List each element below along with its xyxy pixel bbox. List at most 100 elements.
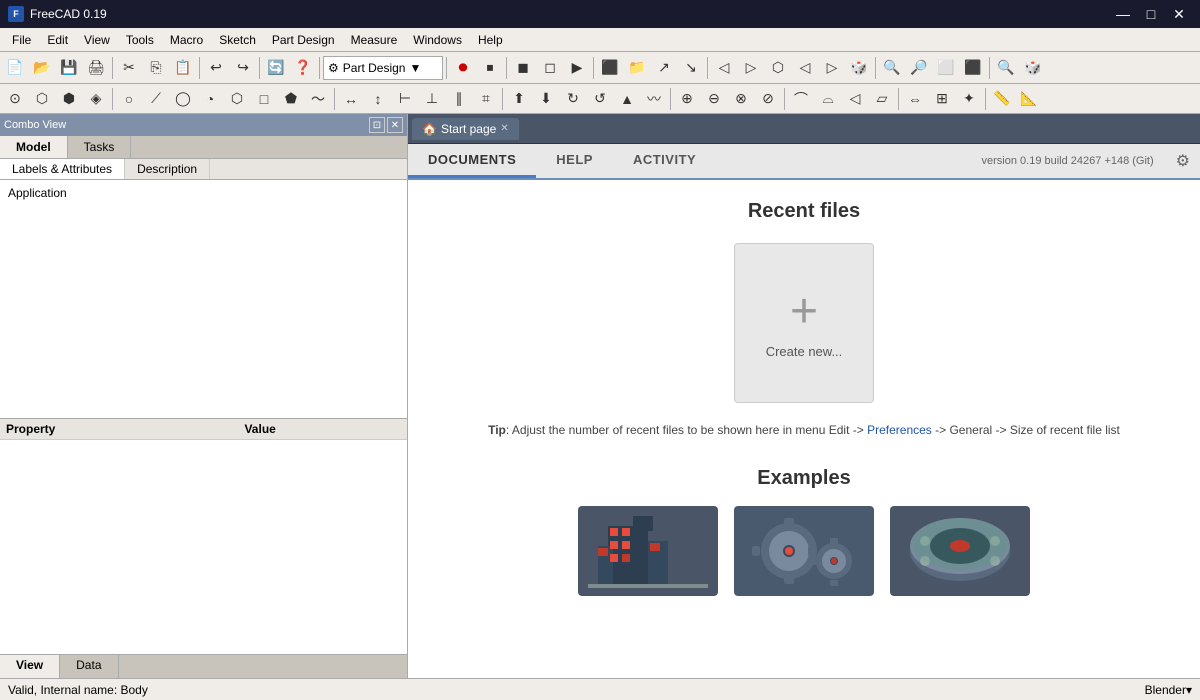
draft-btn[interactable]: ◁	[842, 86, 868, 112]
sketch-btn[interactable]: ○	[116, 86, 142, 112]
revolution-btn[interactable]: ↻	[560, 86, 586, 112]
example-card-2[interactable]	[734, 506, 874, 596]
zoom-in-button[interactable]: 🔍	[879, 55, 905, 81]
menu-measure[interactable]: Measure	[343, 31, 406, 49]
spline-btn[interactable]: 〜	[305, 86, 331, 112]
zoom-out-button[interactable]: 🔎	[906, 55, 932, 81]
rect-btn[interactable]: □	[251, 86, 277, 112]
redo-button[interactable]: ↪	[230, 55, 256, 81]
zoom-level-button[interactable]: 🔍	[993, 55, 1019, 81]
create-new-card[interactable]: + Create new...	[734, 243, 874, 403]
settings-icon[interactable]: ⚙	[1166, 151, 1200, 171]
poly-btn[interactable]: ⬡	[224, 86, 250, 112]
cut-button[interactable]: ✂	[116, 55, 142, 81]
measure2-btn[interactable]: 📐	[1016, 86, 1042, 112]
menu-partdesign[interactable]: Part Design	[264, 31, 343, 49]
combo-close-button[interactable]: ✕	[387, 117, 403, 133]
workbench-dropdown[interactable]: ⚙ Part Design ▼	[323, 56, 443, 80]
combo-tab-model[interactable]: Model	[0, 136, 68, 158]
circle-btn[interactable]: ◯	[170, 86, 196, 112]
example-card-1[interactable]	[578, 506, 718, 596]
subpart-button[interactable]: ◈	[83, 86, 109, 112]
measure1-btn[interactable]: 📏	[989, 86, 1015, 112]
view-back-button[interactable]: ◁	[792, 55, 818, 81]
bool4-btn[interactable]: ⊘	[755, 86, 781, 112]
loft-btn[interactable]: ▲	[614, 86, 640, 112]
constraint3-btn[interactable]: ⊢	[392, 86, 418, 112]
close-button[interactable]: ✕	[1166, 4, 1192, 24]
export-button[interactable]: ↗	[651, 55, 677, 81]
view3d-button[interactable]: ⬡	[765, 55, 791, 81]
folder-button[interactable]: 📁	[624, 55, 650, 81]
combo-tab-tasks[interactable]: Tasks	[68, 136, 132, 158]
groove-btn[interactable]: ↺	[587, 86, 613, 112]
tree-item-application[interactable]: Application	[4, 184, 403, 202]
menu-help[interactable]: Help	[470, 31, 511, 49]
doc-tab-help[interactable]: HELP	[536, 144, 613, 178]
preferences-link[interactable]: Preferences	[867, 423, 932, 437]
doc-tab-activity[interactable]: ACTIVITY	[613, 144, 716, 178]
constraint2-btn[interactable]: ↕	[365, 86, 391, 112]
thickness-btn[interactable]: ▱	[869, 86, 895, 112]
start-page-tab[interactable]: 🏠 Start page ✕	[412, 118, 519, 140]
view-fwd-button[interactable]: ▷	[819, 55, 845, 81]
open-file-button[interactable]: 📂	[29, 55, 55, 81]
doc-tab-documents[interactable]: DOCUMENTS	[408, 144, 536, 178]
import-button[interactable]: ↘	[678, 55, 704, 81]
statusbar-right[interactable]: Blender▾	[1145, 683, 1192, 697]
execute-button[interactable]: ▶	[564, 55, 590, 81]
view-cube-button[interactable]: 🎲	[846, 55, 872, 81]
view-left-button[interactable]: ◁	[711, 55, 737, 81]
menu-tools[interactable]: Tools	[118, 31, 162, 49]
copy-button[interactable]: ⎘	[143, 55, 169, 81]
menu-file[interactable]: File	[4, 31, 39, 49]
stop-button[interactable]: ⏹	[477, 55, 503, 81]
undo-button[interactable]: ↩	[203, 55, 229, 81]
constraint6-btn[interactable]: ⌗	[473, 86, 499, 112]
example-card-3[interactable]	[890, 506, 1030, 596]
help-button[interactable]: ❓	[290, 55, 316, 81]
pad-btn[interactable]: ⬆	[506, 86, 532, 112]
view-right-button[interactable]: ▷	[738, 55, 764, 81]
constraint5-btn[interactable]: ∥	[446, 86, 472, 112]
fillet-btn[interactable]: ⌒	[788, 86, 814, 112]
menu-sketch[interactable]: Sketch	[211, 31, 264, 49]
3d-button[interactable]: ⬛	[597, 55, 623, 81]
prop-tab-data[interactable]: Data	[60, 655, 118, 678]
part-button[interactable]: ⬢	[56, 86, 82, 112]
sweep-btn[interactable]: 〰	[641, 86, 667, 112]
prop-tab-view[interactable]: View	[0, 655, 60, 678]
line-btn[interactable]: ⟋	[143, 86, 169, 112]
fit-all-button[interactable]: ⬜	[933, 55, 959, 81]
bool3-btn[interactable]: ⊗	[728, 86, 754, 112]
new-file-button[interactable]: 📄	[2, 55, 28, 81]
mirror-btn[interactable]: ⇔	[902, 86, 928, 112]
body-button[interactable]: ⬡	[29, 86, 55, 112]
array-btn[interactable]: ⊞	[929, 86, 955, 112]
fit-select-button[interactable]: ⬛	[960, 55, 986, 81]
section-btn[interactable]: ✦	[956, 86, 982, 112]
pocket-btn[interactable]: ⬇	[533, 86, 559, 112]
misc-btn[interactable]: ⬟	[278, 86, 304, 112]
print-button[interactable]: 🖨	[83, 55, 109, 81]
menu-windows[interactable]: Windows	[405, 31, 470, 49]
combo-subtab-description[interactable]: Description	[125, 159, 210, 179]
nav2-button[interactable]: ◻	[537, 55, 563, 81]
nav-button[interactable]: ◼	[510, 55, 536, 81]
paste-button[interactable]: 📋	[170, 55, 196, 81]
record-button[interactable]: ⏺	[450, 55, 476, 81]
combo-subtab-labels[interactable]: Labels & Attributes	[0, 159, 125, 179]
maximize-button[interactable]: □	[1138, 4, 1164, 24]
menu-edit[interactable]: Edit	[39, 31, 76, 49]
save-file-button[interactable]: 💾	[56, 55, 82, 81]
combo-restore-button[interactable]: ⊡	[369, 117, 385, 133]
minimize-button[interactable]: —	[1110, 4, 1136, 24]
start-tab-close[interactable]: ✕	[500, 123, 508, 134]
point-button[interactable]: ⊙	[2, 86, 28, 112]
menu-view[interactable]: View	[76, 31, 118, 49]
refresh-button[interactable]: 🔄	[263, 55, 289, 81]
chamfer-btn[interactable]: ⌓	[815, 86, 841, 112]
isometric-button[interactable]: 🎲	[1020, 55, 1046, 81]
bool1-btn[interactable]: ⊕	[674, 86, 700, 112]
constraint1-btn[interactable]: ↔	[338, 86, 364, 112]
